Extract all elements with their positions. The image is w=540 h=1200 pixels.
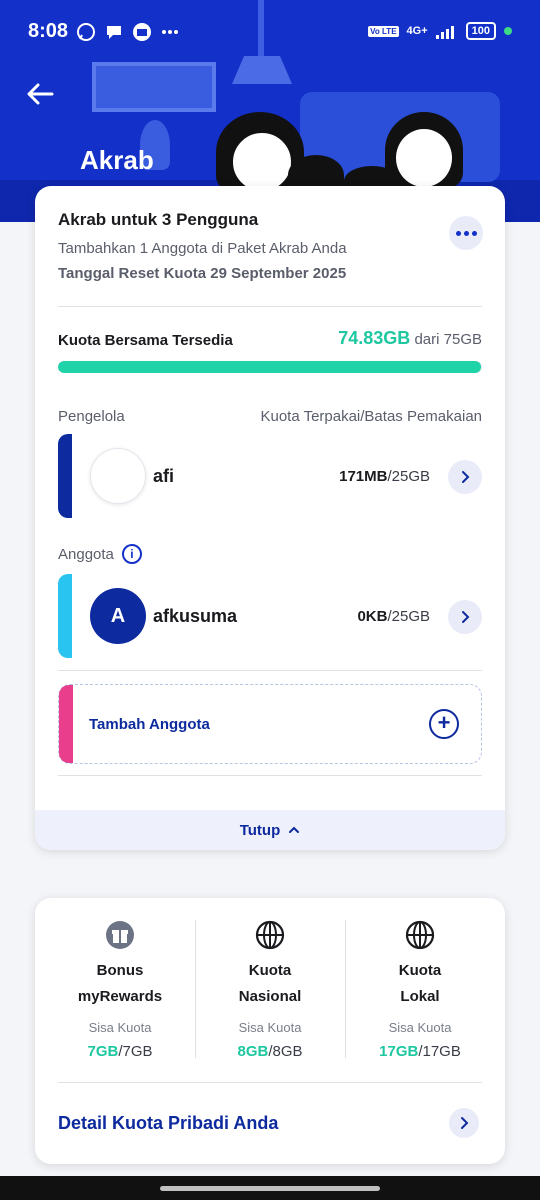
- quota-title-line2: myRewards: [77, 988, 163, 1005]
- status-bar: 8:08 Vo LTE 4G+ 100: [0, 0, 540, 62]
- signal-icon: [435, 26, 454, 39]
- quota-title: Bonus myRewards: [45, 958, 195, 1010]
- quota-sub: Sisa Kuota: [88, 1020, 152, 1035]
- quota-remaining: 8GB: [237, 1043, 269, 1060]
- manager-name: afi: [153, 466, 175, 486]
- divider: [58, 775, 482, 776]
- whatsapp-icon: [77, 23, 95, 41]
- quota-total: /17GB: [418, 1043, 461, 1060]
- system-icons: Vo LTE 4G+ 100: [368, 22, 512, 40]
- add-member-accent-bar: [59, 685, 73, 763]
- usage-column-header: Kuota Terpakai/Batas Pemakaian: [260, 408, 482, 425]
- notification-icons: [76, 22, 180, 42]
- avatar: [90, 448, 146, 504]
- quota-title-line1: Kuota: [248, 962, 292, 979]
- battery-icon: 100: [465, 22, 496, 40]
- more-notifications-icon: [162, 30, 178, 34]
- manager-detail-button[interactable]: [448, 460, 482, 494]
- quota-value: 7GB/7GB: [45, 1043, 195, 1060]
- chevron-right-icon: [462, 471, 470, 483]
- avatar: A: [90, 588, 146, 644]
- volte-icon: Vo LTE: [368, 25, 399, 37]
- add-member-button[interactable]: Tambah Anggota +: [58, 684, 482, 764]
- page-title: Akrab: [80, 145, 154, 175]
- quota-value: 8GB/8GB: [195, 1043, 345, 1060]
- quota-sub: Sisa Kuota: [388, 1020, 452, 1035]
- manager-usage: 171MB/25GB: [339, 468, 430, 485]
- reset-date: Tanggal Reset Kuota 29 September 2025: [58, 265, 347, 282]
- family-face-illustration: [393, 126, 455, 190]
- manager-limit: /25GB: [387, 468, 430, 485]
- chevron-right-icon: [462, 611, 470, 623]
- collapse-button[interactable]: Tutup: [35, 810, 505, 850]
- active-indicator: [504, 27, 512, 35]
- personal-quota-card: Bonus myRewards Sisa Kuota 7GB/7GB Kuota N…: [35, 898, 505, 1164]
- collapse-label: Tutup: [239, 821, 281, 839]
- member-row[interactable]: A afkusuma 0KB/25GB: [58, 574, 482, 658]
- manager-column-header: Pengelola: [58, 408, 125, 425]
- quota-column-local[interactable]: Kuota Lokal Sisa Kuota 17GB/17GB: [345, 920, 495, 1060]
- shared-quota-progress: [58, 361, 482, 373]
- members-section-label: Anggota i: [58, 544, 142, 564]
- dot-icon: [471, 230, 477, 236]
- quota-remaining: 17GB: [379, 1043, 419, 1060]
- more-options-button[interactable]: [449, 216, 483, 250]
- manager-used: 171MB: [339, 468, 388, 485]
- member-used: 0KB: [357, 608, 388, 625]
- member-detail-button[interactable]: [448, 600, 482, 634]
- folder-icon: [133, 23, 151, 41]
- network-label: 4G+: [406, 25, 428, 37]
- picture-frame-illustration: [92, 62, 216, 112]
- shared-quota-progress-fill: [58, 361, 482, 373]
- quota-title: Kuota Lokal: [345, 958, 495, 1010]
- member-name: afkusuma: [153, 606, 238, 626]
- family-face-illustration: [230, 130, 294, 194]
- divider: [58, 1082, 482, 1083]
- back-arrow-icon[interactable]: [24, 78, 56, 110]
- personal-quota-detail-link[interactable]: Detail Kuota Pribadi Anda: [58, 1113, 278, 1134]
- quota-total: /8GB: [268, 1043, 303, 1060]
- manager-accent-bar: [58, 434, 72, 518]
- quota-title-line1: Kuota: [398, 962, 442, 979]
- manager-row[interactable]: afi 171MB/25GB: [58, 434, 482, 518]
- plan-subtitle: Tambahkan 1 Anggota di Paket Akrab Anda: [58, 240, 347, 257]
- family-plan-card: Akrab untuk 3 Pengguna Tambahkan 1 Anggo…: [35, 186, 505, 850]
- shared-quota-remaining: 74.83GB: [338, 328, 411, 348]
- member-limit: /25GB: [387, 608, 430, 625]
- quota-title-line2: Lokal: [400, 988, 440, 1005]
- chat-icon: [107, 26, 121, 39]
- chevron-right-icon: [461, 1117, 469, 1129]
- dot-icon: [463, 230, 469, 236]
- quota-column-rewards[interactable]: Bonus myRewards Sisa Kuota 7GB/7GB: [45, 920, 195, 1060]
- globe-icon: [405, 920, 435, 950]
- divider: [58, 670, 482, 671]
- member-accent-bar: [58, 574, 72, 658]
- chevron-up-icon: [289, 826, 300, 833]
- add-member-label: Tambah Anggota: [89, 716, 210, 733]
- shared-quota-label: Kuota Bersama Tersedia: [58, 332, 233, 349]
- quota-sub: Sisa Kuota: [238, 1020, 302, 1035]
- globe-icon: [255, 920, 285, 950]
- quota-value: 17GB/17GB: [345, 1043, 495, 1060]
- quota-remaining: 7GB: [87, 1043, 119, 1060]
- divider: [58, 306, 482, 307]
- quota-column-national[interactable]: Kuota Nasional Sisa Kuota 8GB/8GB: [195, 920, 345, 1060]
- quota-title-line1: Bonus: [96, 962, 144, 979]
- quota-title: Kuota Nasional: [195, 958, 345, 1010]
- info-icon[interactable]: i: [121, 544, 142, 564]
- shared-quota-value: 74.83GB dari 75GB: [338, 328, 482, 349]
- members-label: Anggota: [58, 545, 114, 563]
- status-time: 8:08: [28, 20, 69, 42]
- member-usage: 0KB/25GB: [357, 608, 430, 625]
- gift-icon: [106, 921, 134, 949]
- personal-quota-detail-button[interactable]: [449, 1108, 479, 1138]
- plan-title: Akrab untuk 3 Pengguna: [58, 210, 259, 229]
- home-gesture-handle[interactable]: [160, 1186, 380, 1191]
- plus-circle-icon: +: [429, 709, 459, 739]
- shared-quota-total: dari 75GB: [414, 331, 482, 348]
- quota-title-line2: Nasional: [238, 988, 302, 1005]
- quota-total: /7GB: [118, 1043, 153, 1060]
- dot-icon: [455, 230, 461, 236]
